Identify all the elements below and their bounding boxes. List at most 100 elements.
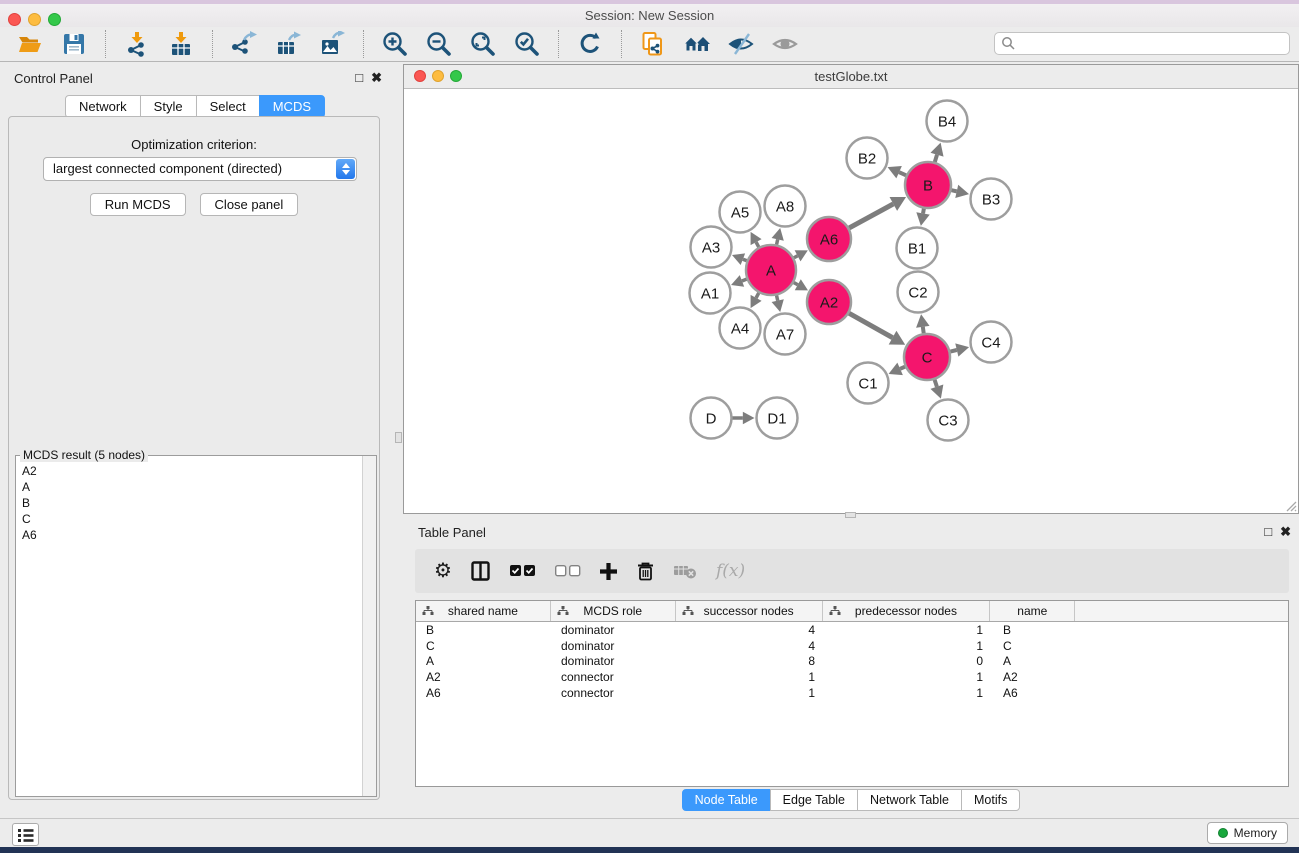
import-table-icon[interactable]: [167, 30, 195, 58]
result-list-item[interactable]: A6: [22, 527, 363, 543]
table-row[interactable]: A6connector11A6: [416, 685, 1288, 701]
table-cell[interactable]: A: [416, 654, 551, 668]
network-window-titlebar[interactable]: testGlobe.txt: [404, 65, 1298, 89]
edge-B-B4[interactable]: [935, 155, 937, 162]
export-network-icon[interactable]: [230, 30, 258, 58]
column-header-mcds-role[interactable]: MCDS role: [551, 601, 676, 621]
splitter-handle-vertical[interactable]: [395, 432, 402, 443]
edge-B-B2[interactable]: [899, 172, 906, 175]
table-cell[interactable]: dominator: [551, 623, 676, 637]
edge-A6-B[interactable]: [849, 204, 893, 228]
close-window-icon[interactable]: [8, 13, 21, 26]
result-scrollbar[interactable]: [362, 456, 376, 796]
table-cell[interactable]: dominator: [551, 654, 676, 668]
splitter-handle-horizontal[interactable]: [845, 512, 856, 518]
refresh-icon[interactable]: [576, 30, 604, 58]
tab-edge-table[interactable]: Edge Table: [770, 789, 858, 811]
edge-A-A1[interactable]: [742, 279, 747, 281]
eye-icon[interactable]: [771, 30, 799, 58]
memory-button[interactable]: Memory: [1207, 822, 1288, 844]
table-cell[interactable]: 8: [676, 654, 823, 668]
export-table-icon[interactable]: [274, 30, 302, 58]
minimize-view-icon[interactable]: [432, 70, 444, 82]
result-list-item[interactable]: B: [22, 495, 363, 511]
float-panel-icon[interactable]: □: [355, 70, 363, 86]
column-header-name[interactable]: name: [990, 601, 1075, 621]
table-cell[interactable]: 1: [823, 623, 991, 637]
edge-A-A3[interactable]: [743, 259, 747, 260]
edge-C-C3[interactable]: [935, 380, 937, 387]
table-cell[interactable]: 0: [823, 654, 991, 668]
column-header-successor-nodes[interactable]: successor nodes: [676, 601, 823, 621]
mcds-result-list[interactable]: A2ABCA6: [16, 458, 363, 796]
edge-A-A2[interactable]: [794, 283, 798, 285]
result-list-item[interactable]: A2: [22, 463, 363, 479]
add-plus-icon[interactable]: [600, 563, 617, 580]
table-row[interactable]: Cdominator41C: [416, 638, 1288, 654]
tab-style[interactable]: Style: [140, 95, 197, 118]
trash-icon[interactable]: [636, 561, 655, 581]
settings-gear-icon[interactable]: ⚙: [434, 561, 452, 581]
search-input[interactable]: [1016, 34, 1289, 54]
export-image-icon[interactable]: [318, 30, 346, 58]
tab-node-table[interactable]: Node Table: [682, 789, 771, 811]
resize-grip-icon[interactable]: [1283, 498, 1297, 512]
zoom-fit-icon[interactable]: [469, 30, 497, 58]
table-row[interactable]: Adominator80A: [416, 653, 1288, 669]
table-cell[interactable]: connector: [551, 670, 676, 684]
zoom-in-icon[interactable]: [381, 30, 409, 58]
table-cell[interactable]: A: [991, 654, 1076, 668]
table-cell[interactable]: 1: [823, 686, 991, 700]
edge-C-C1[interactable]: [900, 367, 905, 369]
table-cell[interactable]: 1: [823, 639, 991, 653]
table-cell[interactable]: 1: [676, 670, 823, 684]
edge-A2-C[interactable]: [849, 313, 892, 337]
close-panel-icon[interactable]: ✖: [371, 70, 382, 86]
table-cell[interactable]: A6: [416, 686, 551, 700]
edge-B-B1[interactable]: [923, 209, 924, 214]
edge-B-B3[interactable]: [951, 190, 956, 191]
houses-icon[interactable]: [683, 30, 711, 58]
result-list-item[interactable]: A: [22, 479, 363, 495]
zoom-out-icon[interactable]: [425, 30, 453, 58]
table-row[interactable]: Bdominator41B: [416, 622, 1288, 638]
table-cell[interactable]: C: [416, 639, 551, 653]
close-table-panel-icon[interactable]: ✖: [1280, 524, 1291, 540]
table-cell[interactable]: 4: [676, 623, 823, 637]
task-history-button[interactable]: [12, 823, 39, 846]
table-cell[interactable]: dominator: [551, 639, 676, 653]
table-cell[interactable]: B: [416, 623, 551, 637]
folder-open-icon[interactable]: [16, 30, 44, 58]
delete-table-icon[interactable]: [674, 564, 697, 579]
criterion-dropdown[interactable]: largest connected component (directed): [43, 157, 357, 181]
table-cell[interactable]: A2: [991, 670, 1076, 684]
table-row[interactable]: A2connector11A2: [416, 669, 1288, 685]
network-graph-canvas[interactable]: B4B2BB3A5A8A6A3AB1A1A2C2A4A7C4CC1C3DD1: [404, 89, 1298, 514]
clone-network-icon[interactable]: [639, 30, 667, 58]
close-panel-button[interactable]: Close panel: [200, 193, 299, 216]
edge-A-A6[interactable]: [794, 256, 798, 258]
table-cell[interactable]: 1: [676, 686, 823, 700]
float-table-panel-icon[interactable]: □: [1264, 524, 1272, 540]
zoom-window-icon[interactable]: [48, 13, 61, 26]
close-view-icon[interactable]: [414, 70, 426, 82]
edge-A-A5[interactable]: [756, 242, 759, 247]
minimize-window-icon[interactable]: [28, 13, 41, 26]
tab-motifs[interactable]: Motifs: [961, 789, 1020, 811]
function-builder-icon[interactable]: f(x): [716, 561, 745, 581]
zoom-view-icon[interactable]: [450, 70, 462, 82]
deselect-all-checkboxes-icon[interactable]: [555, 565, 581, 577]
table-cell[interactable]: connector: [551, 686, 676, 700]
table-cell[interactable]: 1: [823, 670, 991, 684]
edge-A-A7[interactable]: [777, 295, 778, 300]
half-eye-icon[interactable]: [727, 30, 755, 58]
table-cell[interactable]: 4: [676, 639, 823, 653]
column-layout-icon[interactable]: [471, 561, 491, 581]
tab-network-table[interactable]: Network Table: [857, 789, 962, 811]
table-cell[interactable]: A6: [991, 686, 1076, 700]
result-list-item[interactable]: C: [22, 511, 363, 527]
zoom-selected-icon[interactable]: [513, 30, 541, 58]
import-network-icon[interactable]: [123, 30, 151, 58]
tab-mcds[interactable]: MCDS: [259, 95, 325, 118]
edge-A-A4[interactable]: [756, 293, 759, 298]
